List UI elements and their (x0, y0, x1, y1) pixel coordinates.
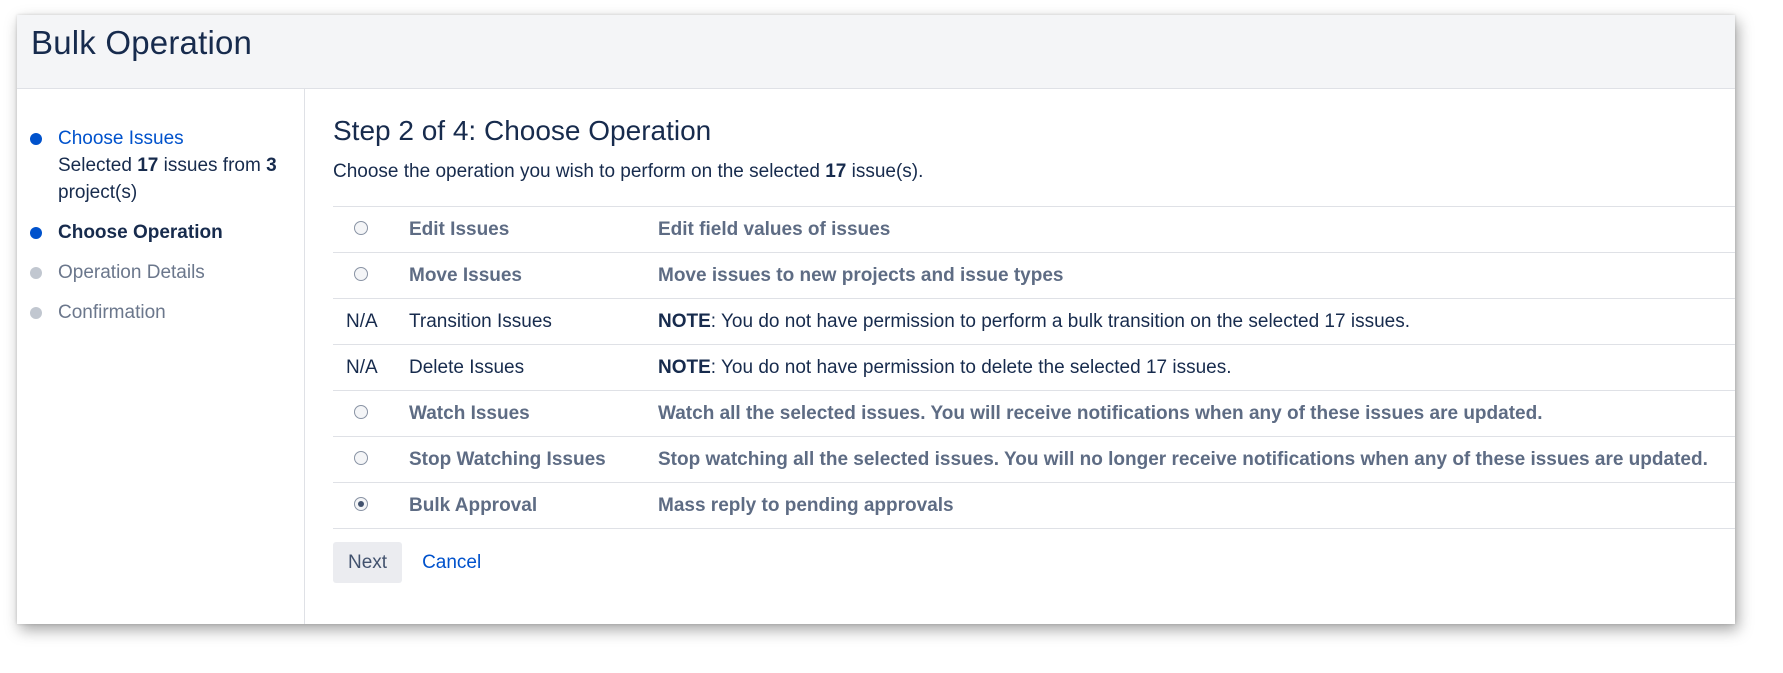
wizard-steps: Choose Issues Selected 17 issues from 3 p… (17, 89, 305, 624)
operation-description: Watch all the selected issues. You will … (658, 402, 1543, 424)
note-label: NOTE (658, 356, 711, 378)
operation-select-cell (333, 403, 409, 425)
step-choose-issues-summary: Selected 17 issues from 3 project(s) (58, 152, 304, 206)
operation-row-transition-issues: N/A Transition Issues NOTE: You do not h… (333, 299, 1735, 345)
operation-select-cell (333, 219, 409, 241)
operation-description: Move issues to new projects and issue ty… (658, 264, 1064, 286)
move-issues-radio[interactable] (354, 266, 368, 281)
edit-issues-radio[interactable] (354, 220, 368, 235)
step-current-dot-icon (30, 227, 42, 239)
form-actions: Next Cancel (333, 542, 1735, 583)
operation-select-cell (333, 495, 409, 517)
step-heading: Step 2 of 4: Choose Operation (333, 115, 712, 146)
operation-name: Edit Issues (409, 218, 510, 240)
step-choose-issues: Choose Issues Selected 17 issues from 3 p… (17, 125, 304, 206)
step-choose-operation-label: Choose Operation (58, 222, 223, 243)
operation-name: Transition Issues (409, 310, 552, 332)
note-label: NOTE (658, 310, 711, 332)
operation-row-edit-issues[interactable]: Edit Issues Edit field values of issues (333, 207, 1735, 253)
operation-row-delete-issues: N/A Delete Issues NOTE: You do not have … (333, 345, 1735, 391)
step-pending-dot-icon (30, 267, 42, 279)
operation-na-label: N/A (346, 356, 378, 378)
step-operation-details: Operation Details (17, 259, 304, 286)
bulk-approval-radio[interactable] (354, 496, 368, 511)
summary-suffix: project(s) (58, 182, 138, 203)
operation-row-watch-issues[interactable]: Watch Issues Watch all the selected issu… (333, 391, 1735, 437)
summary-project-count: 3 (266, 155, 277, 176)
intro-count: 17 (825, 161, 847, 182)
summary-middle: issues from (158, 155, 267, 176)
page-header: Bulk Operation (17, 15, 1735, 89)
step-choose-operation: Choose Operation (17, 219, 304, 246)
operation-description: Mass reply to pending approvals (658, 494, 954, 516)
operations-table: Edit Issues Edit field values of issues … (333, 206, 1735, 529)
operation-name: Watch Issues (409, 402, 530, 424)
note-text: : You do not have permission to perform … (710, 310, 1410, 332)
cancel-link[interactable]: Cancel (422, 552, 481, 574)
operation-name: Move Issues (409, 264, 522, 286)
next-button[interactable]: Next (333, 542, 403, 583)
step-confirmation-label: Confirmation (58, 302, 166, 323)
operation-row-stop-watching-issues[interactable]: Stop Watching Issues Stop watching all t… (333, 437, 1735, 483)
operation-description: Stop watching all the selected issues. Y… (658, 448, 1708, 470)
main-content: Step 2 of 4: Choose Operation Choose the… (305, 89, 1735, 624)
page-body: Choose Issues Selected 17 issues from 3 p… (17, 89, 1735, 624)
intro-prefix: Choose the operation you wish to perform… (333, 161, 826, 182)
intro-suffix: issue(s). (846, 161, 924, 182)
page-title: Bulk Operation (31, 24, 253, 61)
step-confirmation: Confirmation (17, 299, 304, 326)
step-choose-issues-link[interactable]: Choose Issues (58, 128, 184, 149)
step-operation-details-label: Operation Details (58, 262, 205, 283)
summary-issue-count: 17 (137, 155, 159, 176)
watch-issues-radio[interactable] (354, 404, 368, 419)
intro-text: Choose the operation you wish to perform… (333, 161, 1735, 183)
operation-name: Delete Issues (409, 356, 525, 378)
operation-description: Edit field values of issues (658, 218, 891, 240)
note-text: : You do not have permission to delete t… (710, 356, 1232, 378)
operation-select-cell (333, 265, 409, 287)
operation-na-label: N/A (346, 310, 378, 332)
operation-description: NOTE: You do not have permission to perf… (658, 311, 1735, 333)
operation-row-move-issues[interactable]: Move Issues Move issues to new projects … (333, 253, 1735, 299)
step-pending-dot-icon (30, 307, 42, 319)
bulk-operation-window: Bulk Operation Choose Issues Selected 17… (17, 15, 1735, 624)
operation-row-bulk-approval[interactable]: Bulk Approval Mass reply to pending appr… (333, 483, 1735, 529)
stop-watching-issues-radio[interactable] (354, 450, 368, 465)
step-done-dot-icon (30, 133, 42, 145)
operation-name: Bulk Approval (409, 494, 538, 516)
operation-name: Stop Watching Issues (409, 448, 606, 470)
summary-prefix: Selected (58, 155, 138, 176)
operation-select-cell (333, 449, 409, 471)
operation-description: NOTE: You do not have permission to dele… (658, 357, 1735, 379)
